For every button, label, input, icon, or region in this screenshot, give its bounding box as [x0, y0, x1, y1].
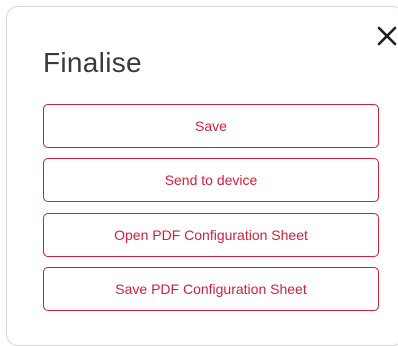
- send-to-device-button[interactable]: Send to device: [43, 158, 379, 202]
- close-icon: [377, 26, 397, 46]
- save-pdf-configuration-sheet-button[interactable]: Save PDF Configuration Sheet: [43, 267, 379, 311]
- dialog-title: Finalise: [43, 47, 142, 78]
- close-button[interactable]: [374, 23, 398, 49]
- finalise-dialog: Finalise Save Send to device Open PDF Co…: [6, 6, 398, 346]
- open-pdf-configuration-sheet-button[interactable]: Open PDF Configuration Sheet: [43, 213, 379, 257]
- save-button[interactable]: Save: [43, 104, 379, 148]
